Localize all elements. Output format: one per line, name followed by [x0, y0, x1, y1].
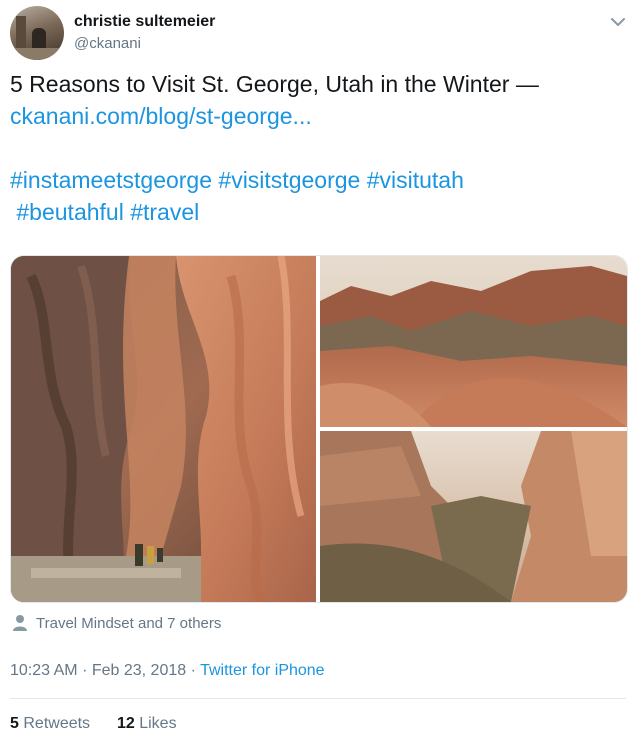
hashtag-row-2: #beutahful #travel [10, 196, 625, 228]
meta-separator: · [190, 662, 196, 679]
hashtag[interactable]: #visitutah [367, 167, 464, 193]
likers-row[interactable]: Travel Mindset and 7 others [12, 614, 221, 632]
tweet-source[interactable]: Twitter for iPhone [200, 662, 325, 679]
avatar[interactable] [10, 6, 64, 60]
meta-separator: · [82, 662, 88, 679]
tweet-header: christie sultemeier @ckanani [10, 6, 630, 62]
likes-label: Likes [139, 715, 177, 732]
media-grid [10, 255, 628, 603]
hashtag[interactable]: #visitstgeorge [218, 167, 360, 193]
retweets-label: Retweets [23, 715, 91, 732]
author-handle[interactable]: @ckanani [74, 35, 141, 52]
tweet-time[interactable]: 10:23 AM [10, 662, 78, 679]
red-rock-landscape-photo[interactable] [320, 256, 627, 427]
retweets-stat[interactable]: 5 Retweets [10, 715, 90, 732]
likes-stat[interactable]: 12 Likes [117, 715, 177, 732]
tweet-link[interactable]: ckanani.com/blog/st-george... [10, 103, 312, 129]
divider [10, 698, 626, 699]
likes-count: 12 [116, 715, 135, 732]
chevron-down-icon[interactable] [608, 12, 628, 32]
likers-text: Travel Mindset and 7 others [36, 614, 222, 632]
tweet-stats: 5 Retweets 12 Likes [10, 715, 177, 733]
tweet-meta: 10:23 AM · Feb 23, 2018 · Twitter for iP… [10, 662, 325, 680]
slot-canyon-photo[interactable] [11, 256, 316, 602]
author-name[interactable]: christie sultemeier [74, 13, 215, 31]
tweet-text-line: 5 Reasons to Visit St. George, Utah in t… [10, 71, 539, 97]
hashtag[interactable]: #instameetstgeorge [10, 167, 212, 193]
tweet-date[interactable]: Feb 23, 2018 [92, 662, 186, 679]
hashtag[interactable]: #beutahful [16, 199, 123, 225]
user-icon [13, 615, 27, 631]
canyon-overlook-photo[interactable] [320, 431, 627, 602]
tweet-text: 5 Reasons to Visit St. George, Utah in t… [10, 68, 625, 228]
hashtag[interactable]: #travel [130, 199, 199, 225]
hashtag-row-1: #instameetstgeorge #visitstgeorge #visit… [10, 164, 625, 196]
retweets-count: 5 [10, 715, 19, 732]
